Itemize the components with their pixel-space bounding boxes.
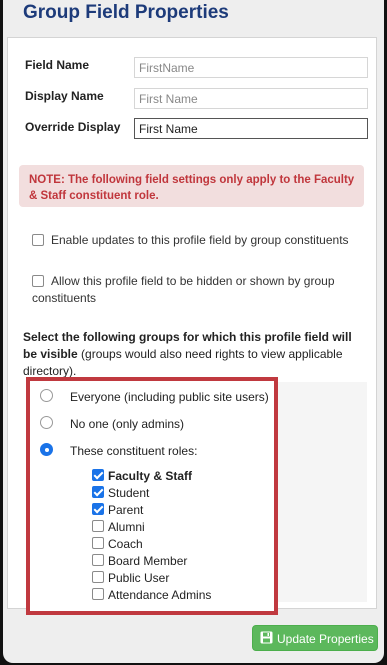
display-name-input[interactable] bbox=[134, 88, 368, 109]
field-name-label: Field Name bbox=[25, 58, 90, 72]
role-checkbox-coach[interactable] bbox=[92, 537, 104, 549]
display-name-label: Display Name bbox=[25, 89, 104, 103]
role-label-coach: Coach bbox=[108, 537, 143, 551]
role-checkbox-public-user[interactable] bbox=[92, 571, 104, 583]
override-display-label: Override Display bbox=[25, 120, 121, 134]
role-label-alumni: Alumni bbox=[108, 520, 145, 534]
role-label-public-user: Public User bbox=[108, 571, 170, 585]
role-checkbox-parent[interactable] bbox=[92, 503, 104, 515]
radio-no-one[interactable] bbox=[40, 416, 53, 429]
role-checkbox-student[interactable] bbox=[92, 486, 104, 498]
dialog-title: Group Field Properties bbox=[23, 2, 229, 23]
visibility-heading: Select the following groups for which th… bbox=[23, 329, 368, 380]
override-display-input[interactable] bbox=[134, 118, 368, 139]
dialog-window: Group Field Properties Field Name Displa… bbox=[3, 0, 384, 663]
update-properties-button[interactable]: Update Properties bbox=[252, 625, 378, 651]
role-label-parent: Parent bbox=[108, 503, 144, 517]
field-name-input[interactable] bbox=[134, 57, 368, 78]
role-checkbox-faculty-staff[interactable] bbox=[92, 469, 104, 481]
enable-updates-checkbox[interactable] bbox=[32, 234, 44, 246]
radio-constituent-roles[interactable] bbox=[40, 443, 53, 456]
radio-everyone-label: Everyone (including public site users) bbox=[70, 390, 269, 404]
enable-updates-label: Enable updates to this profile field by … bbox=[51, 233, 349, 247]
radio-everyone[interactable] bbox=[40, 389, 53, 402]
role-label-faculty-staff: Faculty & Staff bbox=[108, 469, 193, 483]
radio-constituent-roles-label: These constituent roles: bbox=[70, 444, 198, 458]
role-label-attendance-admins: Attendance Admins bbox=[108, 588, 212, 602]
allow-hidden-label: Allow this profile field to be hidden or… bbox=[32, 274, 335, 305]
save-icon bbox=[260, 631, 273, 644]
role-checkbox-attendance-admins[interactable] bbox=[92, 588, 104, 600]
properties-panel: Field Name Display Name Override Display… bbox=[7, 37, 377, 615]
role-note-text: NOTE: The following field settings only … bbox=[29, 174, 355, 202]
update-properties-label: Update Properties bbox=[277, 632, 374, 646]
radio-no-one-label: No one (only admins) bbox=[70, 417, 185, 431]
highlight-box: Everyone (including public site users) N… bbox=[26, 377, 278, 615]
role-label-board-member: Board Member bbox=[108, 554, 188, 568]
role-checkbox-board-member[interactable] bbox=[92, 554, 104, 566]
role-note-alert: NOTE: The following field settings only … bbox=[19, 165, 364, 207]
role-checkbox-alumni[interactable] bbox=[92, 520, 104, 532]
role-label-student: Student bbox=[108, 486, 150, 500]
